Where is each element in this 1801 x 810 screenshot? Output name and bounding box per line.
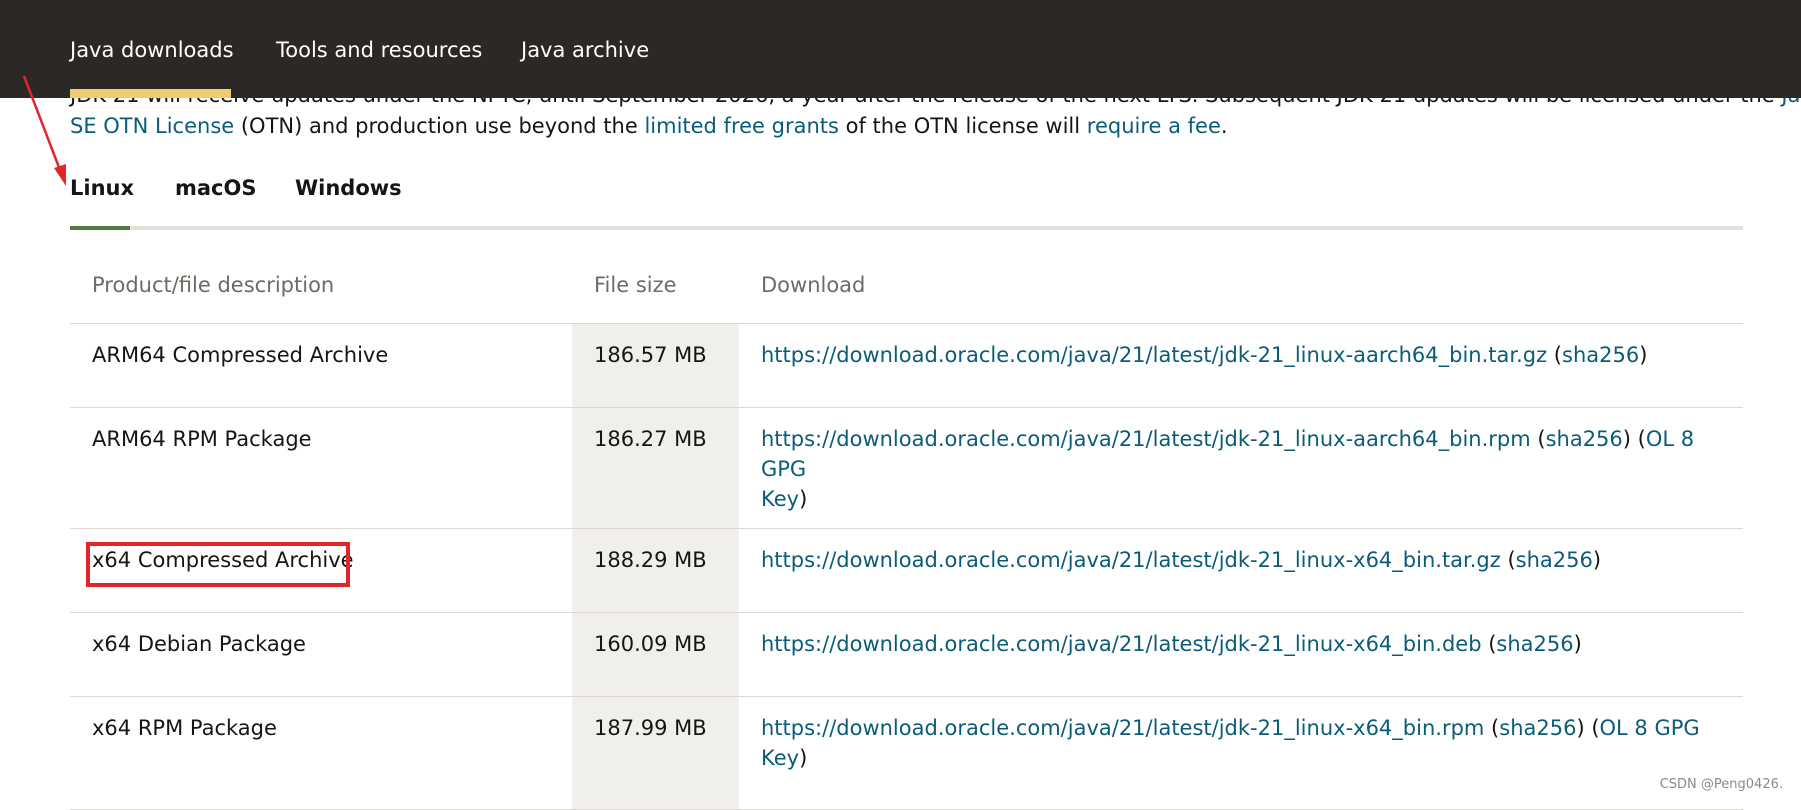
- row-download-cell: https://download.oracle.com/java/21/late…: [739, 528, 1743, 613]
- require-a-fee-link[interactable]: require a fee: [1087, 114, 1221, 138]
- row-description: x64 RPM Package: [70, 696, 572, 810]
- download-link[interactable]: https://download.oracle.com/java/21/late…: [761, 548, 1501, 572]
- table-row: x64 RPM Package 187.99 MB https://downlo…: [70, 696, 1743, 810]
- row-download-cell: https://download.oracle.com/java/21/late…: [739, 612, 1743, 697]
- gpg-key-link[interactable]: OL 8 GPG: [1600, 716, 1700, 740]
- nav-java-archive[interactable]: Java archive: [521, 38, 649, 62]
- nav-java-downloads[interactable]: Java downloads: [70, 38, 234, 62]
- license-text: of the OTN license will: [838, 114, 1087, 138]
- row-description: ARM64 Compressed Archive: [70, 323, 572, 408]
- downloads-table: Product/file description File size Downl…: [70, 246, 1743, 810]
- tabs-divider: [70, 226, 1743, 230]
- license-text: .: [1220, 114, 1228, 138]
- row-download-cell: https://download.oracle.com/java/21/late…: [739, 323, 1743, 408]
- download-link[interactable]: https://download.oracle.com/java/21/late…: [761, 716, 1484, 740]
- sha256-link[interactable]: sha256: [1546, 427, 1623, 451]
- row-file-size: 186.27 MB: [572, 407, 739, 529]
- os-tabs: Linux macOS Windows: [70, 172, 1743, 230]
- column-header-description: Product/file description: [70, 246, 572, 324]
- tab-macos[interactable]: macOS: [175, 176, 256, 200]
- watermark: CSDN @Peng0426.: [1659, 777, 1783, 792]
- row-description: ARM64 RPM Package: [70, 407, 572, 529]
- row-download-cell: https://download.oracle.com/java/21/late…: [739, 696, 1743, 810]
- row-file-size: 188.29 MB: [572, 528, 739, 613]
- table-row: x64 Debian Package 160.09 MB https://dow…: [70, 612, 1743, 697]
- sha256-link[interactable]: sha256: [1516, 548, 1593, 572]
- row-file-size: 186.57 MB: [572, 323, 739, 408]
- license-text: (OTN) and production use beyond the: [234, 114, 645, 138]
- download-link[interactable]: https://download.oracle.com/java/21/late…: [761, 343, 1547, 367]
- table-row: ARM64 Compressed Archive 186.57 MB https…: [70, 323, 1743, 408]
- sha256-link[interactable]: sha256: [1499, 716, 1576, 740]
- annotation-arrow-icon: [22, 75, 66, 186]
- sha256-link[interactable]: sha256: [1496, 632, 1573, 656]
- row-download-cell: https://download.oracle.com/java/21/late…: [739, 407, 1743, 529]
- sha256-link[interactable]: sha256: [1562, 343, 1639, 367]
- download-link[interactable]: https://download.oracle.com/java/21/late…: [761, 632, 1482, 656]
- top-navigation: Java downloads Tools and resources Java …: [0, 0, 1801, 98]
- nav-active-indicator: [70, 89, 231, 98]
- tab-linux[interactable]: Linux: [70, 176, 134, 200]
- nav-tools-and-resources[interactable]: Tools and resources: [276, 38, 482, 62]
- row-file-size: 160.09 MB: [572, 612, 739, 697]
- java-se-otn-license-link-cont[interactable]: SE OTN License: [70, 114, 234, 138]
- row-description: x64 Compressed Archive: [70, 528, 572, 613]
- row-description: x64 Debian Package: [70, 612, 572, 697]
- table-row: x64 Compressed Archive 188.29 MB https:/…: [70, 528, 1743, 613]
- gpg-key-link-cont[interactable]: Key: [761, 487, 799, 511]
- tab-active-indicator: [70, 226, 130, 230]
- download-link[interactable]: https://download.oracle.com/java/21/late…: [761, 427, 1531, 451]
- table-header-row: Product/file description File size Downl…: [70, 246, 1743, 324]
- column-header-download: Download: [739, 246, 1743, 324]
- gpg-key-link-cont[interactable]: Key: [761, 746, 799, 770]
- tab-windows[interactable]: Windows: [295, 176, 402, 200]
- row-file-size: 187.99 MB: [572, 696, 739, 810]
- column-header-file-size: File size: [572, 246, 739, 324]
- license-line-2: SE OTN License (OTN) and production use …: [70, 111, 1750, 142]
- table-row: ARM64 RPM Package 186.27 MB https://down…: [70, 407, 1743, 529]
- limited-free-grants-link[interactable]: limited free grants: [644, 114, 839, 138]
